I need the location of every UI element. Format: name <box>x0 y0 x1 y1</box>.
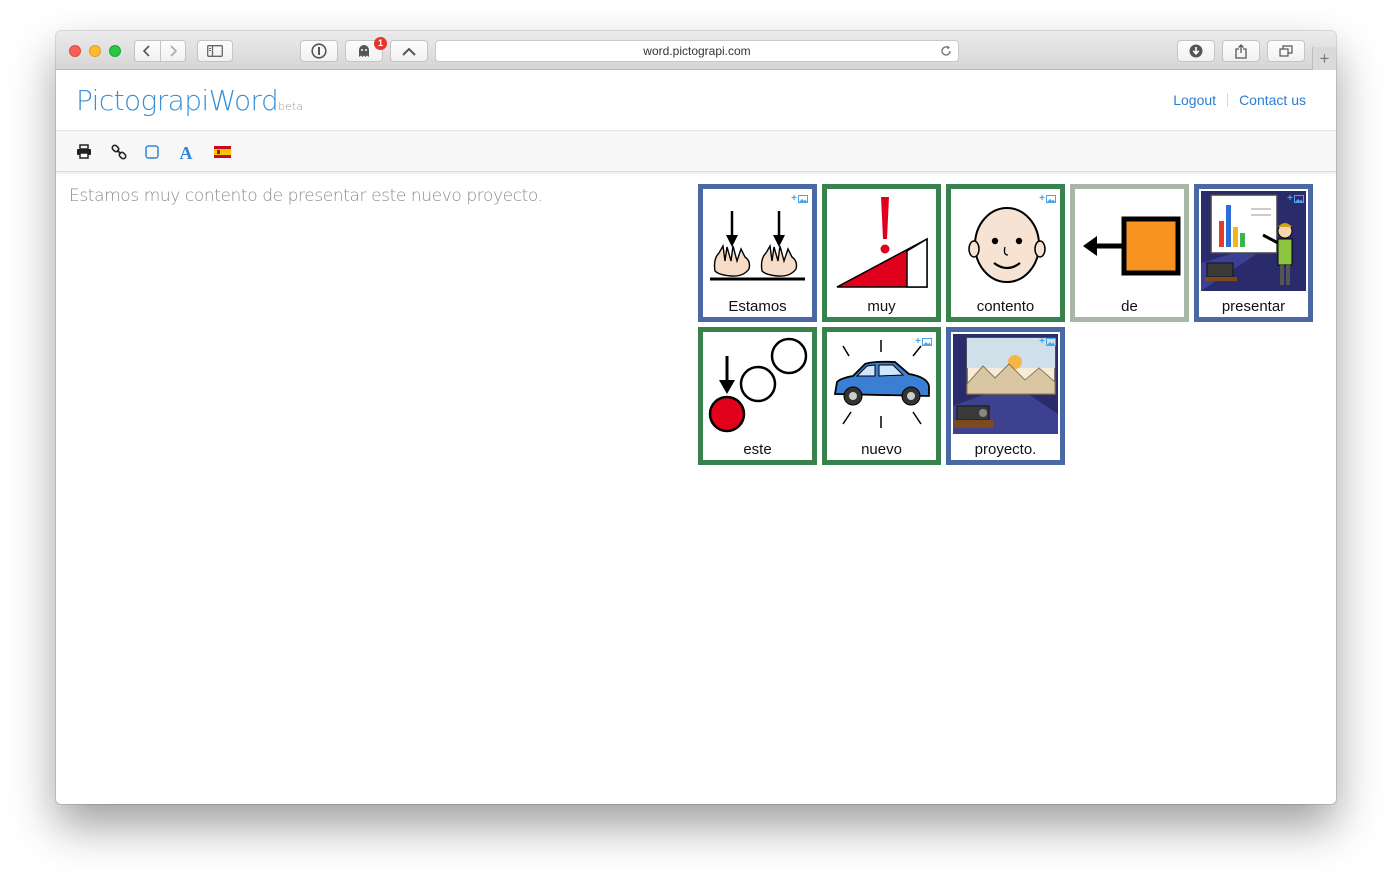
print-button[interactable] <box>75 143 93 160</box>
tabs-icon <box>1279 45 1293 57</box>
card-word: contento <box>976 298 1035 315</box>
image-icon <box>1046 337 1056 346</box>
card-word: este <box>743 441 772 458</box>
share-icon <box>1235 43 1247 59</box>
pictogram-card[interactable]: + Estamos <box>698 184 817 322</box>
sentence-text[interactable]: Estamos muy contento de presentar este n… <box>69 186 543 206</box>
sidebar-icon <box>207 45 223 57</box>
card-word: muy <box>867 298 896 315</box>
chevron-left-icon <box>143 45 150 57</box>
add-image-button[interactable]: + <box>1039 336 1056 347</box>
card-word: de <box>1121 298 1138 315</box>
zoom-window-button[interactable] <box>109 45 121 57</box>
browser-window: 1 word.pictograpi.com + PictograpiWordbe… <box>56 31 1336 804</box>
onepassword-icon <box>311 43 327 59</box>
back-button[interactable] <box>135 41 161 61</box>
link-button[interactable] <box>110 143 128 160</box>
plus-label: + <box>1039 336 1045 347</box>
logout-link[interactable]: Logout <box>1173 92 1216 108</box>
scroll-top-button[interactable] <box>390 40 428 62</box>
font-button[interactable]: A <box>177 143 195 160</box>
pictogram-card[interactable]: muy <box>822 184 941 322</box>
image-icon <box>798 194 808 203</box>
plus-label: + <box>915 336 921 347</box>
intensity-exclamation-icon <box>836 197 928 288</box>
arrow-from-square-icon <box>1083 216 1181 276</box>
card-word: presentar <box>1221 298 1286 315</box>
presenter-icon <box>1201 191 1306 291</box>
plus-icon: + <box>1319 48 1330 68</box>
svg-text:A: A <box>180 144 193 160</box>
plus-label: + <box>1039 193 1045 204</box>
reload-icon <box>941 45 951 56</box>
logo-beta-label: beta <box>278 100 303 113</box>
forward-button[interactable] <box>161 41 186 61</box>
link-icon <box>111 143 127 160</box>
plus-label: + <box>1287 193 1293 204</box>
pictogram-card[interactable]: + contento <box>946 184 1065 322</box>
editor-toolbar: A <box>56 131 1336 172</box>
card-word: nuevo <box>861 441 902 458</box>
spanish-flag-icon <box>213 145 231 158</box>
minimize-window-button[interactable] <box>89 45 101 57</box>
downloads-button[interactable] <box>1177 40 1215 62</box>
plus-label: + <box>791 193 797 204</box>
image-icon <box>922 337 932 346</box>
chevron-right-icon <box>170 45 177 57</box>
border-toggle-button[interactable] <box>144 143 160 160</box>
pictogram-card[interactable]: + presentar <box>1194 184 1313 322</box>
sidebar-toggle-button[interactable] <box>197 40 233 62</box>
image-icon <box>1046 194 1056 203</box>
browser-toolbar: 1 word.pictograpi.com + <box>56 31 1336 70</box>
new-car-icon <box>833 340 930 428</box>
square-border-icon <box>145 144 159 159</box>
reload-button[interactable] <box>940 45 952 60</box>
image-icon <box>1294 194 1304 203</box>
chevron-up-icon <box>402 47 416 56</box>
close-window-button[interactable] <box>69 45 81 57</box>
projector-screen-icon <box>953 334 1058 434</box>
contact-link[interactable]: Contact us <box>1239 92 1306 108</box>
happy-face-icon <box>968 207 1046 283</box>
site-logo[interactable]: PictograpiWordbeta <box>76 84 303 117</box>
add-image-button[interactable]: + <box>791 193 808 204</box>
card-word: Estamos <box>728 298 787 315</box>
add-image-button[interactable]: + <box>915 336 932 347</box>
address-bar[interactable]: word.pictograpi.com <box>435 40 959 62</box>
download-icon <box>1189 44 1203 58</box>
hands-down-icon <box>710 211 805 281</box>
site-header: PictograpiWordbeta Logout Contact us <box>56 70 1336 131</box>
pictogram-card[interactable]: + proyecto. <box>946 327 1065 465</box>
card-word: proyecto. <box>974 441 1037 458</box>
this-one-circles-icon <box>708 337 808 433</box>
print-icon <box>77 144 91 159</box>
nav-divider <box>1227 93 1229 107</box>
new-tab-button[interactable]: + <box>1312 47 1336 70</box>
language-button[interactable] <box>213 143 231 160</box>
url-text: word.pictograpi.com <box>643 44 751 58</box>
add-image-button[interactable]: + <box>1039 193 1056 204</box>
share-button[interactable] <box>1222 40 1260 62</box>
history-nav <box>134 40 186 62</box>
logo-text: PictograpiWord <box>76 84 279 117</box>
add-image-button[interactable]: + <box>1287 193 1304 204</box>
tab-overview-button[interactable] <box>1267 40 1305 62</box>
pictogram-card[interactable]: de <box>1070 184 1189 322</box>
header-nav: Logout Contact us <box>1173 92 1306 108</box>
pictogram-card[interactable]: este <box>698 327 817 465</box>
password-manager-button[interactable] <box>300 40 338 62</box>
font-icon: A <box>180 144 193 160</box>
notification-badge: 1 <box>374 37 387 50</box>
pictogram-card[interactable]: + nuevo <box>822 327 941 465</box>
ghost-icon <box>359 45 369 57</box>
